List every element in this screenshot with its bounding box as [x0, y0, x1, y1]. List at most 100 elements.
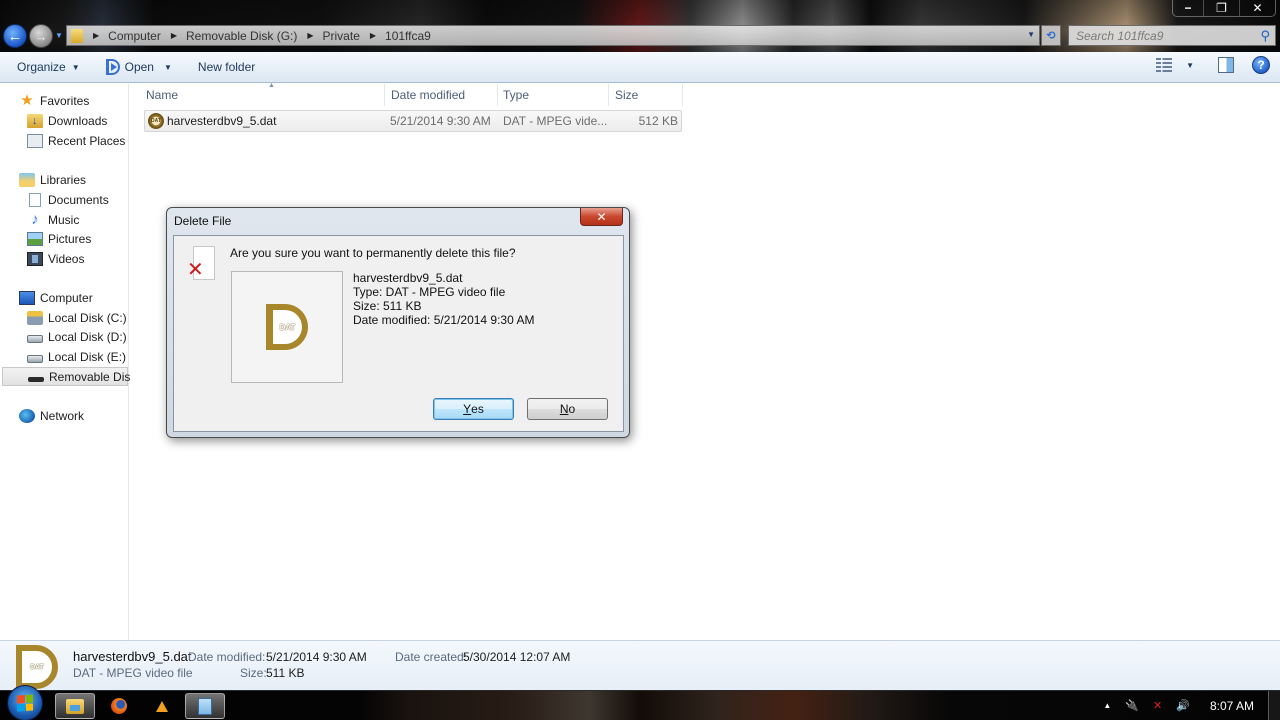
column-header-label: Name	[146, 88, 179, 102]
explorer-icon	[66, 698, 84, 714]
refresh-button[interactable]: ⟲	[1041, 25, 1061, 46]
no-button[interactable]: No	[527, 398, 608, 420]
taskbar-app-explorer[interactable]	[55, 693, 95, 719]
system-disk-icon	[27, 310, 43, 325]
sidebar-item-videos[interactable]: Videos	[27, 249, 84, 268]
breadcrumb-separator[interactable]: ▶	[370, 31, 376, 40]
sidebar-item-downloads[interactable]: Downloads	[27, 111, 107, 130]
address-history-dropdown[interactable]: ▼	[1027, 30, 1035, 39]
breadcrumb-separator[interactable]: ▶	[307, 31, 313, 40]
breadcrumb-separator[interactable]: ▶	[171, 31, 177, 40]
file-type: DAT - MPEG vide...	[503, 114, 608, 128]
change-view-icon[interactable]	[1156, 58, 1173, 72]
navigation-pane: ★ Favorites Downloads Recent Places Libra…	[0, 84, 136, 640]
firefox-icon	[111, 698, 127, 714]
dat-file-icon: DAT	[16, 645, 58, 689]
dialog-title: Delete File	[174, 214, 232, 228]
sidebar-item-removable-disk[interactable]: Removable Disk	[2, 367, 136, 386]
search-input[interactable]	[1069, 26, 1249, 45]
preview-pane-icon[interactable]	[1218, 57, 1234, 73]
sidebar-item-computer[interactable]: Computer	[19, 288, 93, 307]
taskbar: ▲ 🔌 ✕ 🔊 8:07 AM	[0, 685, 1280, 720]
sidebar-item-pictures[interactable]: Pictures	[27, 229, 91, 248]
show-hidden-icons-button[interactable]: ▲	[1103, 701, 1111, 710]
breadcrumb-current-folder[interactable]: 101ffca9	[385, 29, 431, 43]
delete-file-icon: ✕	[187, 246, 215, 282]
open-button[interactable]: Open ▼	[100, 55, 178, 79]
forward-button[interactable]: →	[29, 24, 53, 48]
sidebar-item-local-disk-c[interactable]: Local Disk (C:)	[27, 308, 127, 327]
search-icon[interactable]: ⚲	[1260, 28, 1270, 44]
chevron-down-icon[interactable]: ▼	[164, 63, 172, 72]
sidebar-item-label: Favorites	[40, 93, 90, 108]
help-icon[interactable]: ?	[1252, 56, 1270, 74]
recent-pages-dropdown[interactable]: ▼	[55, 31, 63, 40]
column-header-label: Type	[503, 88, 530, 102]
column-header-size[interactable]: Size	[609, 84, 683, 106]
sidebar-item-libraries[interactable]: Libraries	[19, 170, 86, 189]
details-size-label: Size:	[240, 666, 267, 680]
sidebar-item-local-disk-d[interactable]: Local Disk (D:)	[27, 327, 127, 346]
organize-button[interactable]: Organize ▼	[11, 55, 86, 79]
sidebar-item-label: Removable Disk	[49, 369, 137, 384]
refresh-icon: ⟲	[1046, 30, 1056, 42]
close-window-button[interactable]: ✕	[1239, 0, 1275, 16]
details-date-modified: 5/21/2014 9:30 AM	[266, 650, 367, 664]
sidebar-item-favorites[interactable]: ★ Favorites	[19, 91, 89, 110]
network-icon	[19, 408, 35, 423]
taskbar-app-vlc[interactable]	[142, 693, 182, 719]
sidebar-item-recent-places[interactable]: Recent Places	[27, 131, 125, 150]
column-header-date-modified[interactable]: Date modified	[385, 84, 498, 106]
restore-button[interactable]: ❐	[1203, 0, 1239, 16]
dialog-body: ✕ Are you sure you want to permanently d…	[173, 235, 624, 432]
sidebar-item-music[interactable]: ♪ Music	[27, 210, 79, 229]
start-button[interactable]	[7, 685, 43, 720]
volume-icon[interactable]: 🔊	[1176, 699, 1190, 712]
file-info-type: Type: DAT - MPEG video file	[353, 285, 506, 299]
search-box[interactable]: ⚲	[1068, 25, 1276, 46]
libraries-icon	[19, 172, 35, 187]
address-bar[interactable]: ▶ Computer ▶ Removable Disk (G:) ▶ Priva…	[66, 25, 1040, 46]
breadcrumb-removable-disk[interactable]: Removable Disk (G:)	[186, 29, 297, 43]
window-controls: − ❐ ✕	[1172, 0, 1276, 17]
taskbar-app-firefox[interactable]	[99, 693, 139, 719]
table-row[interactable]: DAT harvesterdbv9_5.dat 5/21/2014 9:30 A…	[144, 110, 682, 132]
sidebar-item-label: Local Disk (D:)	[48, 329, 127, 344]
clock[interactable]: 8:07 AM	[1210, 699, 1254, 713]
open-label: Open	[124, 60, 154, 74]
dialog-close-button[interactable]: ✕	[580, 208, 623, 226]
yes-button[interactable]: Yes	[433, 398, 514, 420]
details-size: 511 KB	[266, 666, 305, 680]
chevron-down-icon[interactable]: ▼	[1186, 61, 1194, 70]
sidebar-item-network[interactable]: Network	[19, 406, 84, 425]
sidebar-item-local-disk-e[interactable]: Local Disk (E:)	[27, 347, 126, 366]
file-info-size: Size: 511 KB	[353, 299, 422, 313]
sidebar-item-label: Music	[48, 212, 80, 227]
details-pane: DAT harvesterdbv9_5.dat DAT - MPEG video…	[0, 640, 1280, 690]
command-bar: Organize ▼ Open ▼ New folder ▼ ?	[0, 52, 1280, 83]
taskbar-app-notepad[interactable]	[185, 693, 225, 719]
minimize-button[interactable]: −	[1173, 0, 1203, 16]
sidebar-item-label: Local Disk (E:)	[48, 349, 127, 364]
breadcrumb-private[interactable]: Private	[323, 29, 360, 43]
breadcrumb-computer[interactable]: Computer	[108, 29, 161, 43]
power-icon[interactable]: 🔌	[1125, 699, 1139, 712]
documents-icon	[29, 192, 41, 207]
breadcrumb-separator[interactable]: ▶	[93, 31, 99, 40]
details-file-type: DAT - MPEG video file	[73, 666, 193, 680]
new-folder-button[interactable]: New folder	[192, 55, 261, 79]
dialog-question: Are you sure you want to permanently del…	[230, 246, 516, 260]
sidebar-item-label: Pictures	[48, 231, 92, 246]
sidebar-item-documents[interactable]: Documents	[27, 190, 109, 209]
pictures-icon	[27, 231, 43, 246]
column-header-name[interactable]: Name ▲	[140, 82, 385, 106]
back-button[interactable]: ←	[3, 24, 27, 48]
back-arrow-icon: ←	[7, 27, 23, 45]
music-icon: ♪	[31, 210, 39, 228]
file-info: harvesterdbv9_5.dat Type: DAT - MPEG vid…	[353, 271, 534, 327]
chevron-down-icon: ▼	[71, 62, 80, 72]
column-header-type[interactable]: Type	[497, 84, 609, 106]
file-info-date: Date modified: 5/21/2014 9:30 AM	[353, 313, 535, 327]
network-disconnected-icon[interactable]: ✕	[1153, 699, 1162, 712]
recent-places-icon	[27, 133, 43, 148]
